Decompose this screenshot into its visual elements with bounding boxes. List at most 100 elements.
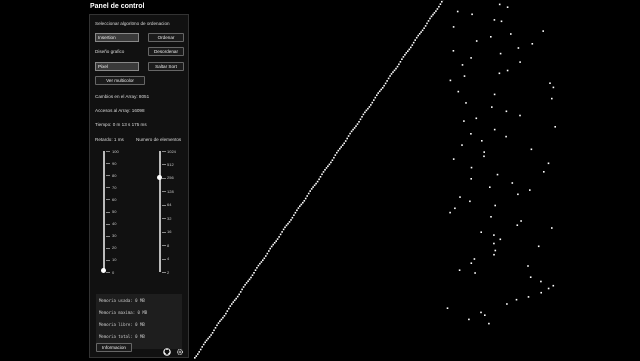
unsorted-pixel [469, 201, 471, 203]
sorted-pixel [221, 319, 223, 321]
sorted-pixel [281, 231, 283, 233]
sorted-pixel [290, 219, 292, 221]
sorted-pixel [194, 357, 196, 359]
unsorted-pixel [471, 167, 473, 169]
sorted-pixel [414, 39, 416, 41]
unsorted-pixel [447, 307, 449, 309]
unsorted-pixel [516, 299, 518, 301]
sorted-pixel [318, 179, 320, 181]
sorted-pixel [409, 49, 411, 51]
unsorted-pixel [493, 254, 495, 256]
unsorted-pixel [548, 163, 550, 165]
sorted-pixel [264, 258, 266, 260]
sorted-pixel [312, 186, 314, 188]
sorted-pixel [395, 68, 397, 70]
sorted-pixel [225, 313, 227, 315]
unsorted-pixel [465, 102, 467, 104]
sorted-pixel [407, 50, 409, 52]
sorted-pixel [302, 202, 304, 204]
sorted-pixel [343, 143, 345, 145]
sorted-pixel [240, 291, 242, 293]
sorted-pixel [314, 185, 316, 187]
unsorted-pixel [499, 73, 501, 75]
sorted-pixel [272, 244, 274, 246]
unsorted-pixel [543, 171, 545, 173]
unsorted-pixel [532, 43, 534, 45]
sorted-pixel [267, 253, 269, 255]
sorted-pixel [275, 240, 277, 242]
sorted-pixel [204, 342, 206, 344]
unsorted-pixel [494, 205, 496, 207]
sorted-pixel [256, 267, 258, 269]
sorted-pixel [234, 300, 236, 302]
sorted-pixel [243, 286, 245, 288]
unsorted-pixel [517, 194, 519, 196]
sorted-pixel [330, 162, 332, 164]
sorted-pixel [235, 298, 237, 300]
unsorted-pixel [551, 98, 553, 100]
unsorted-pixel [528, 296, 530, 298]
unsorted-pixel [458, 91, 460, 93]
unsorted-pixel [474, 272, 476, 274]
sorted-pixel [227, 310, 229, 312]
sorted-pixel [358, 121, 360, 123]
sorted-pixel [370, 104, 372, 106]
sorted-pixel [238, 294, 240, 296]
sorted-pixel [429, 18, 431, 20]
sorted-pixel [379, 91, 381, 93]
sorted-pixel [200, 349, 202, 351]
sorted-pixel [355, 125, 357, 127]
sorted-pixel [209, 336, 211, 338]
unsorted-pixel [480, 231, 482, 233]
sorted-pixel [317, 181, 319, 183]
sorted-pixel [324, 169, 326, 171]
sorted-pixel [284, 227, 286, 229]
unsorted-pixel [506, 303, 508, 305]
sorted-pixel [394, 70, 396, 72]
unsorted-pixel [529, 189, 531, 191]
sorted-pixel [351, 131, 353, 133]
sorted-pixel [233, 301, 235, 303]
sorted-pixel [231, 303, 233, 305]
sorted-pixel [404, 54, 406, 56]
unsorted-pixel [551, 227, 553, 229]
unsorted-pixel [500, 239, 502, 241]
sorted-pixel [293, 214, 295, 216]
sorted-pixel [308, 193, 310, 195]
sorted-pixel [417, 35, 419, 37]
sorted-pixel [357, 123, 359, 125]
sorted-pixel [352, 129, 354, 131]
unsorted-pixel [510, 33, 512, 35]
sorted-pixel [305, 198, 307, 200]
unsorted-pixel [476, 118, 478, 120]
sorted-pixel [215, 327, 217, 329]
sorted-pixel [339, 148, 341, 150]
sorted-pixel [420, 31, 422, 33]
sorted-pixel [377, 92, 379, 94]
sorted-pixel [437, 8, 439, 10]
sorted-pixel [277, 238, 279, 240]
sorted-pixel [398, 64, 400, 66]
unsorted-pixel [505, 136, 507, 138]
sorted-pixel [346, 138, 348, 140]
unsorted-pixel [494, 94, 496, 96]
sorted-pixel [262, 259, 264, 261]
unsorted-pixel [484, 314, 486, 316]
unsorted-pixel [553, 285, 555, 287]
unsorted-pixel [507, 70, 509, 72]
sorted-pixel [345, 140, 347, 142]
sorted-pixel [265, 255, 267, 257]
sorted-pixel [206, 340, 208, 342]
unsorted-pixel [464, 75, 466, 77]
sorted-pixel [372, 102, 374, 104]
sorted-pixel [299, 205, 301, 207]
sorted-pixel [271, 246, 273, 248]
sorted-pixel [419, 33, 421, 35]
sorted-pixel [425, 25, 427, 27]
sorted-pixel [327, 165, 329, 167]
sorted-pixel [369, 106, 371, 108]
sorted-pixel [354, 127, 356, 129]
unsorted-pixel [476, 40, 478, 42]
sorted-pixel [268, 250, 270, 252]
sorted-pixel [244, 284, 246, 286]
